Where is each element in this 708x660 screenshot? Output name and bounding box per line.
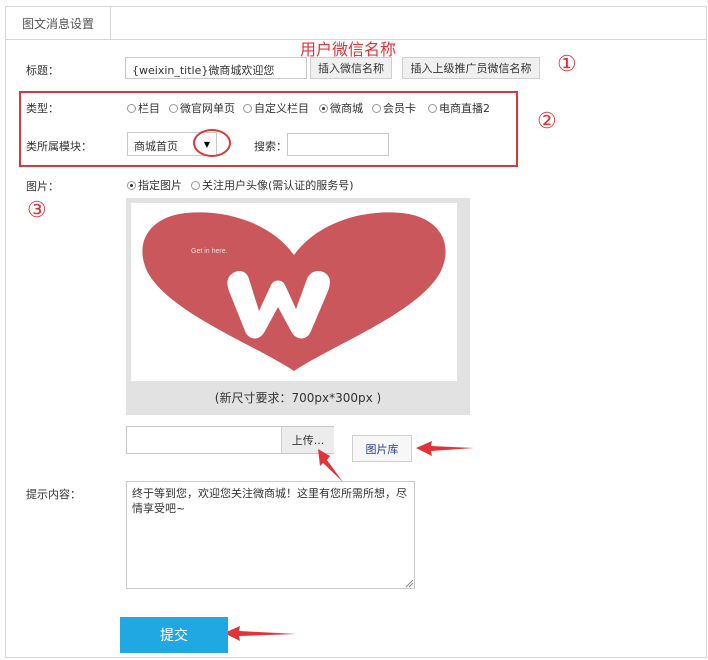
arrow-to-library-icon: [416, 441, 474, 456]
arrow-to-upload-icon: [318, 449, 343, 482]
resize-handle-icon[interactable]: [404, 578, 414, 588]
arrow-to-submit-icon: [224, 626, 296, 641]
prompt-textarea[interactable]: 终于等到您，欢迎您关注微商城！这里有您所需所想，尽情享受吧~: [126, 481, 415, 589]
prompt-label: 提示内容：: [26, 488, 81, 501]
submit-button[interactable]: 提交: [120, 617, 228, 653]
